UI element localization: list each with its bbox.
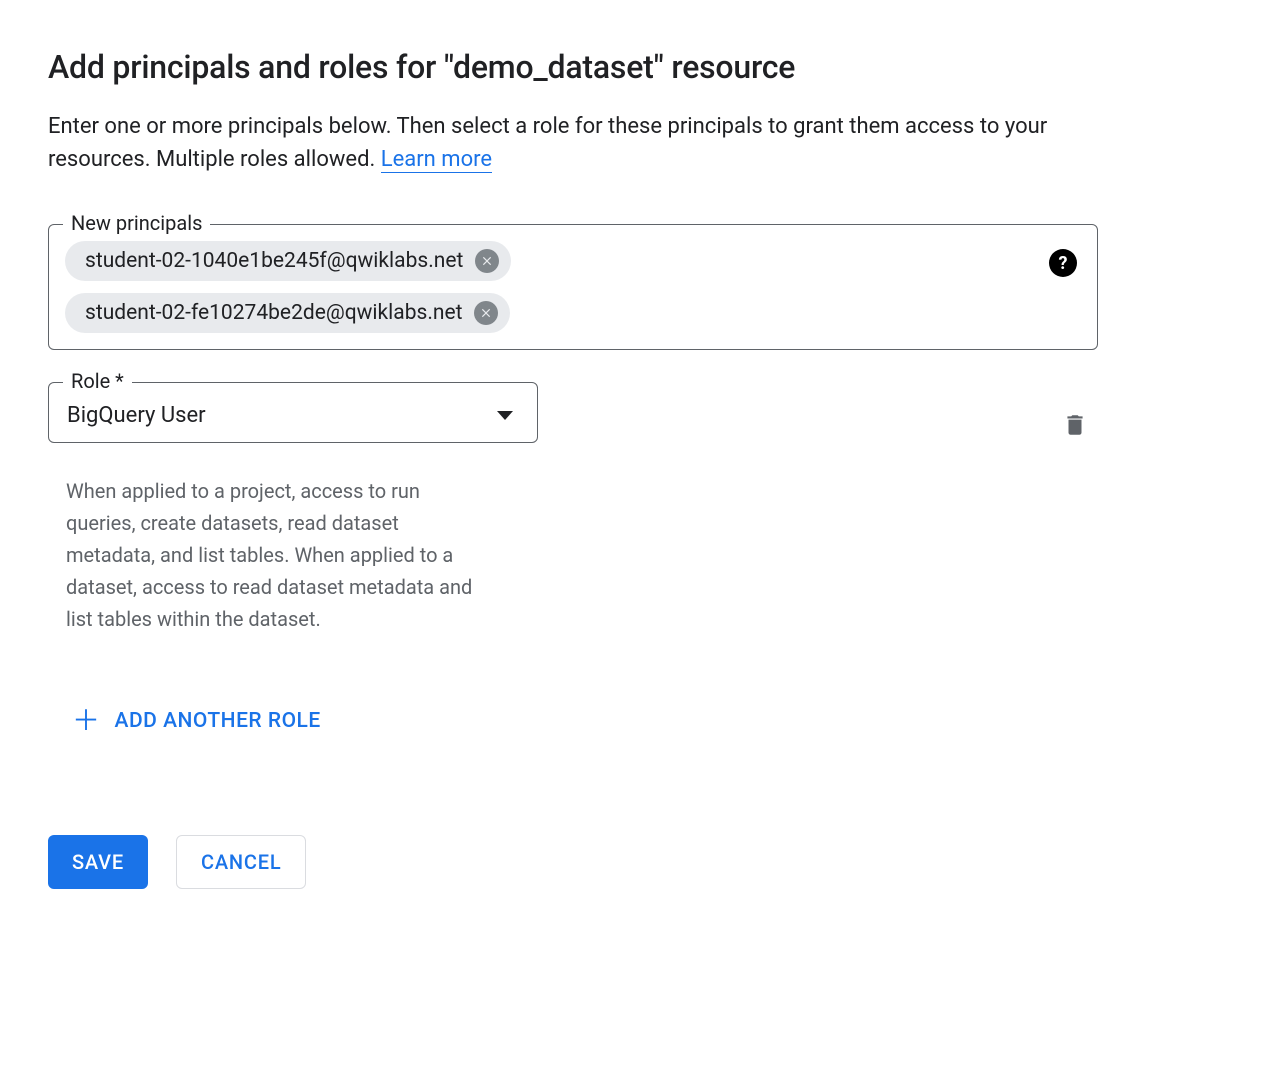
principals-chip-container: student-02-1040e1be245f@qwiklabs.net stu… (65, 241, 1081, 333)
role-row: Role * BigQuery User When applied to a p… (48, 382, 1098, 635)
help-icon[interactable]: ? (1049, 249, 1077, 277)
save-button[interactable]: SAVE (48, 835, 148, 889)
principal-chip: student-02-fe10274be2de@qwiklabs.net (65, 293, 510, 333)
cancel-button[interactable]: CANCEL (176, 835, 306, 889)
learn-more-link[interactable]: Learn more (381, 147, 492, 173)
page-description: Enter one or more principals below. Then… (48, 110, 1098, 176)
description-text: Enter one or more principals below. Then… (48, 114, 1047, 172)
trash-icon (1062, 410, 1088, 440)
role-description: When applied to a project, access to run… (48, 475, 488, 635)
principal-chip-label: student-02-fe10274be2de@qwiklabs.net (85, 301, 462, 325)
principal-chip: student-02-1040e1be245f@qwiklabs.net (65, 241, 511, 281)
plus-icon: ＋ (72, 707, 101, 735)
remove-principal-icon[interactable] (474, 301, 498, 325)
page-title: Add principals and roles for "demo_datas… (48, 48, 1224, 86)
button-row: SAVE CANCEL (48, 835, 1224, 889)
add-another-role-label: ADD ANOTHER ROLE (115, 709, 321, 733)
role-select-field[interactable]: Role * BigQuery User (48, 382, 538, 443)
remove-principal-icon[interactable] (475, 249, 499, 273)
role-legend: Role * (63, 369, 132, 393)
delete-role-button[interactable] (1062, 410, 1098, 444)
principal-chip-label: student-02-1040e1be245f@qwiklabs.net (85, 249, 463, 273)
chevron-down-icon (497, 411, 513, 420)
add-another-role-button[interactable]: ＋ ADD ANOTHER ROLE (72, 707, 321, 735)
new-principals-field[interactable]: New principals student-02-1040e1be245f@q… (48, 224, 1098, 350)
new-principals-legend: New principals (63, 211, 210, 235)
role-select[interactable]: BigQuery User (67, 403, 521, 428)
role-selected-value: BigQuery User (67, 403, 206, 428)
